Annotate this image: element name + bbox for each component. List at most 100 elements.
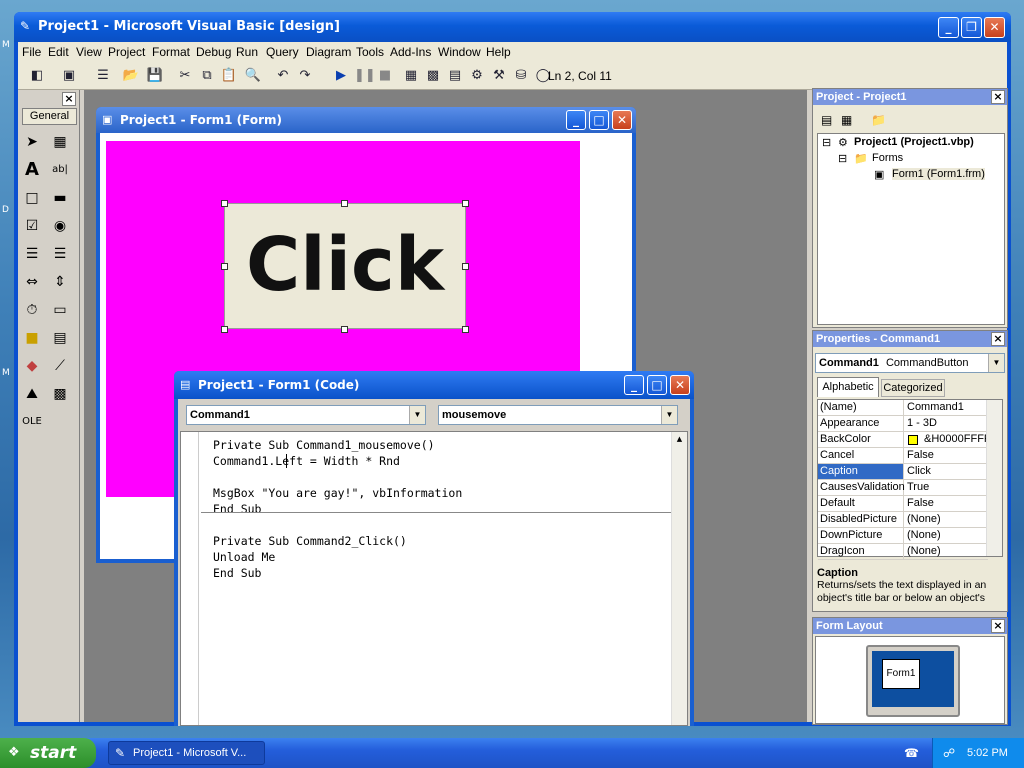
menu-editor-icon[interactable]: ☰: [94, 67, 112, 85]
tab-categorized[interactable]: Categorized: [881, 379, 945, 397]
cut-icon[interactable]: ✂: [176, 67, 194, 85]
project-node[interactable]: Project1 (Project1.vbp): [854, 136, 974, 148]
filelistbox-tool-icon[interactable]: ▤: [48, 326, 72, 350]
property-value[interactable]: &H0000FFFF: [922, 432, 988, 447]
network-icon[interactable]: ☍: [943, 738, 955, 768]
property-row-selected[interactable]: Caption Click: [818, 464, 988, 480]
listbox-tool-icon[interactable]: ☰: [48, 242, 72, 266]
image-tool-icon[interactable]: ⛰: [20, 382, 44, 406]
view-object-icon[interactable]: ▦: [841, 113, 852, 127]
toolbox-tab-general[interactable]: General: [22, 108, 77, 125]
add-form-icon[interactable]: ▣: [60, 67, 78, 85]
toolbox-icon[interactable]: ⚒: [490, 67, 508, 85]
start-button[interactable]: ❖ start: [0, 738, 96, 768]
object-combo[interactable]: Command1 ▼: [186, 405, 426, 425]
minimize-button[interactable]: _: [938, 17, 959, 38]
resize-handle[interactable]: [221, 263, 228, 270]
property-value[interactable]: (None): [905, 528, 987, 543]
taskbar-toolbar-icon[interactable]: ☎: [904, 746, 919, 760]
form-maximize-button[interactable]: □: [589, 110, 609, 130]
resize-handle[interactable]: [221, 200, 228, 207]
project-explorer-title[interactable]: Project - Project1: [813, 89, 1007, 105]
object-selector[interactable]: Command1 CommandButton ▼: [815, 353, 1005, 373]
property-value[interactable]: Command1: [905, 400, 987, 415]
project-explorer-icon[interactable]: ▦: [402, 67, 420, 85]
save-icon[interactable]: 💾: [146, 67, 164, 85]
form1-position[interactable]: Form1: [882, 659, 920, 689]
form-minimize-button[interactable]: _: [566, 110, 586, 130]
resize-handle[interactable]: [221, 326, 228, 333]
copy-icon[interactable]: ⧉: [198, 67, 216, 85]
property-value[interactable]: 1 - 3D: [905, 416, 987, 431]
form-close-button[interactable]: ✕: [612, 110, 632, 130]
chevron-down-icon[interactable]: ▼: [988, 354, 1004, 372]
resize-handle[interactable]: [341, 200, 348, 207]
code-vertical-scrollbar[interactable]: ▲: [671, 432, 687, 725]
property-value[interactable]: Click: [905, 464, 987, 479]
menu-view[interactable]: View: [76, 45, 102, 59]
properties-window-icon[interactable]: ▩: [424, 67, 442, 85]
clock[interactable]: 5:02 PM: [967, 738, 1008, 768]
form-layout-close-button[interactable]: ×: [991, 619, 1005, 633]
property-value[interactable]: True: [905, 480, 987, 495]
code-editor[interactable]: Private Sub Command1_mousemove() Command…: [180, 431, 688, 726]
picturebox-tool-icon[interactable]: ▦: [48, 130, 72, 154]
property-row[interactable]: CausesValidation True: [818, 480, 988, 496]
menu-window[interactable]: Window: [438, 45, 481, 59]
line-tool-icon[interactable]: ⟋: [48, 354, 72, 378]
menu-file[interactable]: File: [22, 45, 41, 59]
properties-title[interactable]: Properties - Command1: [813, 331, 1007, 347]
margin-indicator-bar[interactable]: [181, 432, 199, 725]
object-browser-icon[interactable]: ⚙: [468, 67, 486, 85]
undo-icon[interactable]: ↶: [274, 67, 292, 85]
form-layout-icon[interactable]: ▤: [446, 67, 464, 85]
menu-diagram[interactable]: Diagram: [306, 45, 351, 59]
form-layout-title[interactable]: Form Layout: [813, 618, 1007, 634]
commandbutton-tool-icon[interactable]: ▬: [48, 186, 72, 210]
form1-node[interactable]: Form1 (Form1.frm): [892, 168, 985, 180]
textbox-tool-icon[interactable]: ab|: [48, 158, 72, 182]
chevron-down-icon[interactable]: ▼: [661, 406, 677, 424]
code-minimize-button[interactable]: _: [624, 375, 644, 395]
ole-tool-icon[interactable]: OLE: [20, 410, 44, 434]
menu-add-ins[interactable]: Add-Ins: [390, 45, 431, 59]
data-view-icon[interactable]: ⛁: [512, 67, 530, 85]
resize-handle[interactable]: [462, 263, 469, 270]
menu-query[interactable]: Query: [266, 45, 299, 59]
stop-icon[interactable]: ■: [376, 67, 394, 85]
property-value[interactable]: (None): [905, 512, 987, 527]
property-value[interactable]: False: [905, 448, 987, 463]
redo-icon[interactable]: ↷: [296, 67, 314, 85]
menu-tools[interactable]: Tools: [356, 45, 384, 59]
property-row[interactable]: Cancel False: [818, 448, 988, 464]
collapse-icon[interactable]: ⊟: [822, 136, 831, 149]
property-value[interactable]: (None): [905, 544, 987, 559]
property-row[interactable]: BackColor &H0000FFFF: [818, 432, 988, 448]
maximize-button[interactable]: ❐: [961, 17, 982, 38]
property-row[interactable]: DragIcon (None): [818, 544, 988, 560]
chevron-down-icon[interactable]: ▼: [409, 406, 425, 424]
checkbox-tool-icon[interactable]: ☑: [20, 214, 44, 238]
drivelistbox-tool-icon[interactable]: ▭: [48, 298, 72, 322]
break-icon[interactable]: ❚❚: [354, 67, 376, 85]
taskbar-item-vb[interactable]: ✎ Project1 - Microsoft V...: [108, 741, 265, 765]
menu-debug[interactable]: Debug: [196, 45, 231, 59]
resize-handle[interactable]: [341, 326, 348, 333]
procedure-combo[interactable]: mousemove ▼: [438, 405, 678, 425]
open-icon[interactable]: 📂: [122, 67, 140, 85]
project-explorer-close-button[interactable]: ×: [991, 90, 1005, 104]
properties-close-button[interactable]: ×: [991, 332, 1005, 346]
optionbutton-tool-icon[interactable]: ◉: [48, 214, 72, 238]
form-title-bar[interactable]: ▣ Project1 - Form1 (Form) _ □ ✕: [96, 107, 636, 133]
collapse-icon[interactable]: ⊟: [838, 152, 847, 165]
scroll-up-icon[interactable]: ▲: [673, 433, 686, 446]
menu-help[interactable]: Help: [486, 45, 511, 59]
hscrollbar-tool-icon[interactable]: ⇔: [20, 270, 44, 294]
toggle-folders-icon[interactable]: 📁: [871, 113, 886, 127]
property-row[interactable]: DownPicture (None): [818, 528, 988, 544]
property-value[interactable]: False: [905, 496, 987, 511]
paste-icon[interactable]: 📋: [220, 67, 238, 85]
menu-format[interactable]: Format: [152, 45, 190, 59]
find-icon[interactable]: 🔍: [244, 67, 262, 85]
property-grid-scrollbar[interactable]: [986, 400, 1002, 556]
